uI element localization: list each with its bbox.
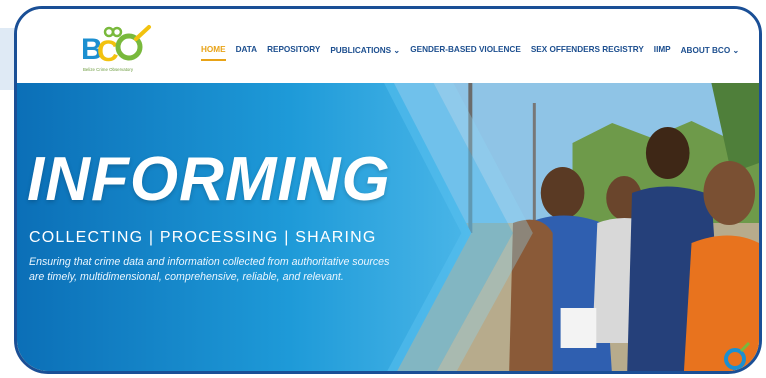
nav-item-home[interactable]: HOME (201, 45, 226, 61)
hero-description: Ensuring that crime data and information… (29, 256, 390, 283)
browser-frame: B C Belize Crime Observatory HOME DATA R… (14, 6, 762, 374)
nav-item-repository[interactable]: REPOSITORY (267, 45, 320, 55)
nav-item-data[interactable]: DATA (236, 45, 258, 55)
nav-item-iimp[interactable]: IIMP (654, 45, 671, 55)
nav-item-gender-based-violence[interactable]: GENDER-BASED VIOLENCE (410, 45, 521, 55)
nav-item-sex-offenders-registry[interactable]: SEX OFFENDERS REGISTRY (531, 45, 644, 55)
bco-logo[interactable]: B C Belize Crime Observatory (79, 23, 159, 75)
nav-item-about-bco[interactable]: ABOUT BCO ⌄ (681, 45, 740, 55)
hero-subhead: COLLECTING | PROCESSING | SHARING (29, 229, 377, 246)
site-header: B C Belize Crime Observatory HOME DATA R… (17, 9, 759, 83)
main-navigation: HOME DATA REPOSITORY PUBLICATIONS ⌄ GEND… (201, 45, 740, 61)
hero-banner: INFORMING COLLECTING | PROCESSING | SHAR… (17, 83, 759, 371)
hero-headline: INFORMING (27, 145, 391, 214)
logo-tagline: Belize Crime Observatory (83, 67, 134, 72)
corner-logo-icon (724, 341, 751, 370)
svg-text:C: C (97, 35, 119, 68)
nav-item-publications[interactable]: PUBLICATIONS ⌄ (330, 45, 400, 55)
